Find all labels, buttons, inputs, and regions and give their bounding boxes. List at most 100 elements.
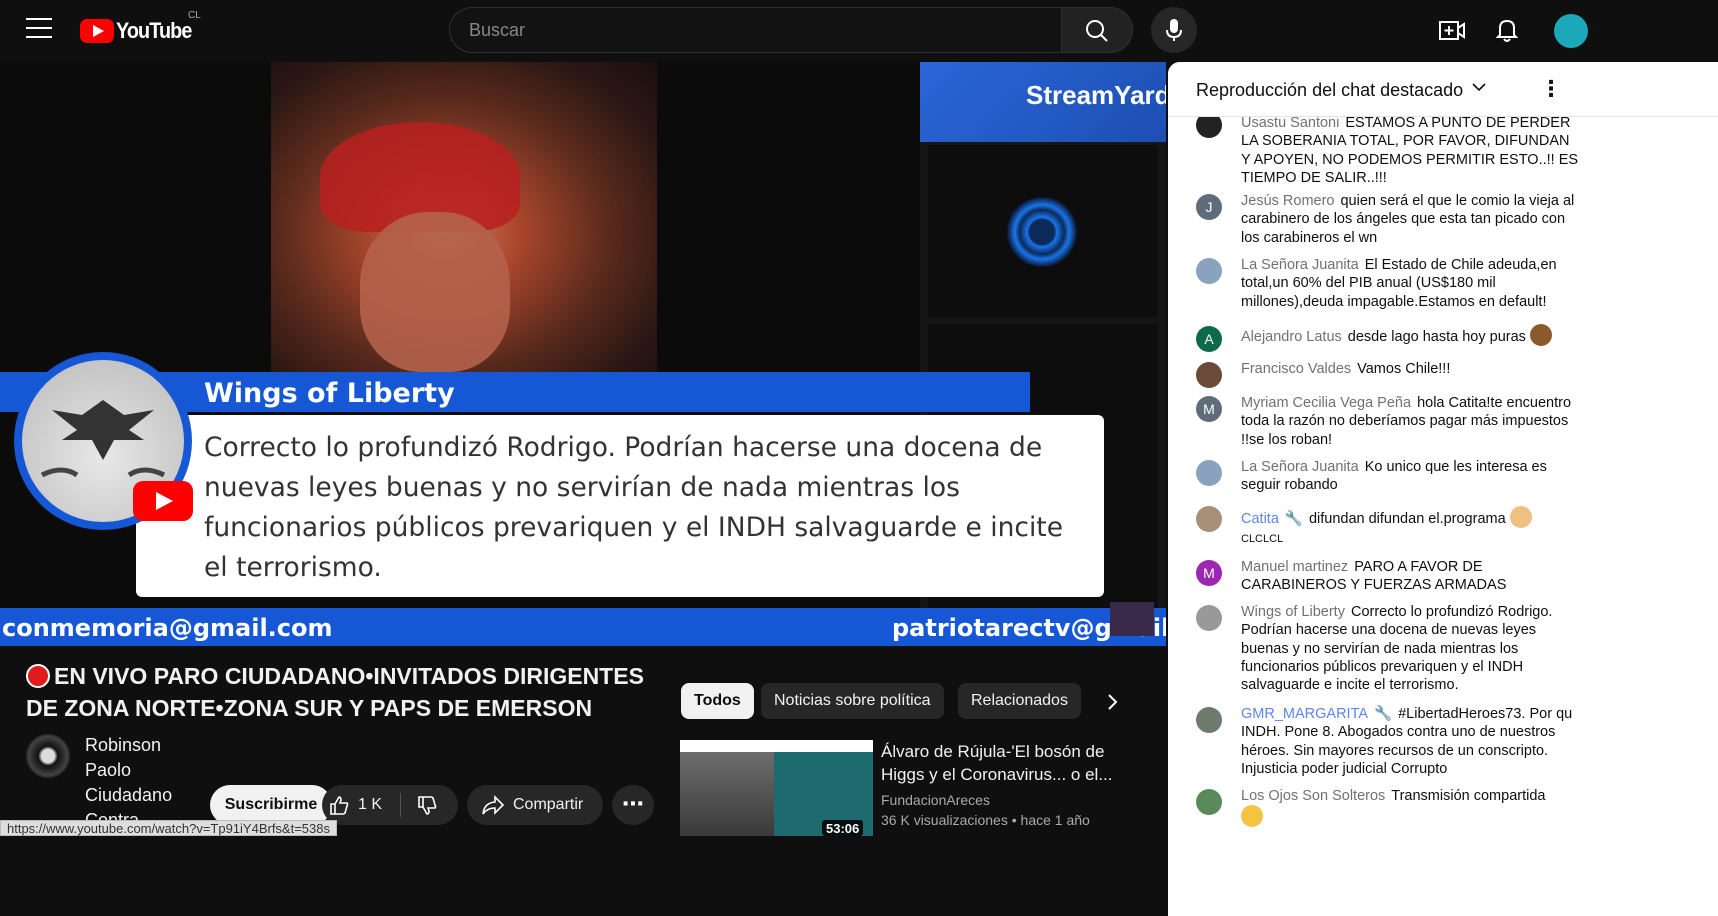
search-box <box>449 7 1061 53</box>
lower-third-name: Wings of Liberty <box>204 378 455 409</box>
live-chat-panel: Reproducción del chat destacado ⋮ Usastu… <box>1168 62 1718 916</box>
recommendation-title[interactable]: Álvaro de Rújula-'El bosón de Higgs y el… <box>881 740 1151 786</box>
chat-author[interactable]: Jesús Romero <box>1241 193 1334 209</box>
streamyard-text: StreamYard <box>1026 80 1166 110</box>
chat-message-body: Los Ojos Son Solteros Transmisión compart… <box>1241 787 1581 828</box>
create-video-icon[interactable] <box>1438 18 1466 44</box>
chat-message-body: GMR_MARGARITA 🔧 #LibertadHeroes73. Por qu … <box>1241 705 1577 778</box>
youtube-logo[interactable]: YouTube CL <box>80 10 201 46</box>
chat-text: difundan difundan el.programa <box>1308 511 1506 527</box>
subscribe-button[interactable]: Suscribirme <box>210 785 332 825</box>
speaker-face <box>360 212 510 372</box>
chat-extra: CLCLCL <box>1241 533 1284 545</box>
chat-avatar <box>1196 707 1222 733</box>
chat-avatar <box>1196 789 1222 815</box>
like-count: 1 K <box>358 796 383 813</box>
like-icon[interactable] <box>328 794 350 816</box>
video-player[interactable]: StreamYard Wings of Liberty Correcto lo … <box>0 62 1166 646</box>
chat-message-body: La Señora Juanita El Estado de Chile adeu… <box>1241 256 1581 311</box>
chat-text: Transmisión compartida <box>1391 788 1546 804</box>
search-input[interactable] <box>450 8 1061 52</box>
more-actions-icon[interactable]: ⋯ <box>612 785 654 825</box>
chat-author[interactable]: Wings of Liberty <box>1241 604 1345 620</box>
chevron-down-icon[interactable] <box>1471 79 1487 100</box>
share-label: Compartir <box>513 796 584 813</box>
participant-avatar-icon <box>1007 197 1077 267</box>
recommendation-channel[interactable]: FundacionAreces <box>881 792 990 808</box>
notifications-bell-icon[interactable] <box>1494 16 1520 44</box>
muscle-emoji-icon <box>1509 506 1532 528</box>
dislike-icon[interactable] <box>416 795 438 817</box>
chat-text: Vamos Chile!!! <box>1357 361 1451 377</box>
chat-avatar: A <box>1196 326 1222 352</box>
chat-avatar: J <box>1196 194 1222 220</box>
globe-avatar <box>1196 460 1222 486</box>
email-left: conmemoria@gmail.com <box>2 614 333 642</box>
chat-message-body: Usastu Santoni ESTAMOS A PUNTO DE PERDER … <box>1241 114 1581 187</box>
chat-message-body: Wings of Liberty Correcto lo profundizó R… <box>1241 603 1581 694</box>
mini-thumbnail <box>1110 602 1154 636</box>
share-icon <box>482 795 505 815</box>
chat-author[interactable]: Catita <box>1241 511 1279 527</box>
chip-politica[interactable]: Noticias sobre política <box>761 683 944 719</box>
chat-author[interactable]: Myriam Cecilia Vega Peña <box>1241 395 1411 411</box>
channel-avatar[interactable] <box>25 733 71 779</box>
thinking-emoji-icon <box>1241 805 1263 828</box>
chat-author[interactable]: Alejandro Latus <box>1241 329 1342 345</box>
chat-avatar: M <box>1196 396 1222 422</box>
chat-author[interactable]: Usastu Santoni <box>1241 115 1339 131</box>
chat-author[interactable]: La Señora Juanita <box>1241 257 1359 273</box>
chat-author[interactable]: Los Ojos Son Solteros <box>1241 788 1385 804</box>
chat-message-body: La Señora Juanita Ko unico que les intere… <box>1241 458 1581 495</box>
wrench-icon: 🔧 <box>1284 511 1303 527</box>
recommendation-age: hace 1 año <box>1020 812 1090 828</box>
globe-avatar <box>1196 258 1222 284</box>
caption-text: Correcto lo profundizó Rodrigo. Podrían … <box>204 432 1063 583</box>
chat-title[interactable]: Reproducción del chat destacado <box>1196 80 1463 101</box>
chat-avatar: M <box>1196 560 1222 586</box>
recommendation-views: 36 K visualizaciones <box>881 812 1008 828</box>
chip-relacionados[interactable]: Relacionados <box>958 683 1081 719</box>
top-bar: YouTube CL <box>0 0 1718 62</box>
chat-author[interactable]: La Señora Juanita <box>1241 459 1359 475</box>
chat-header: Reproducción del chat destacado ⋮ <box>1168 62 1718 117</box>
recommendation-meta: 36 K visualizaciones • hace 1 año <box>881 812 1090 828</box>
youtube-play-overlay-icon[interactable] <box>133 481 193 521</box>
chat-author[interactable]: Francisco Valdes <box>1241 361 1351 377</box>
video-title: EN VIVO PARO CIUDADANO•INVITADOS DIRIGEN… <box>26 660 656 724</box>
hamburger-menu-icon[interactable] <box>26 18 52 40</box>
like-dislike-group <box>322 785 458 825</box>
chat-author[interactable]: GMR_MARGARITA <box>1241 706 1368 722</box>
chevron-right-icon[interactable] <box>1100 690 1124 714</box>
search-icon <box>1086 20 1108 42</box>
chat-message-body: Francisco Valdes Vamos Chile!!! <box>1241 360 1581 378</box>
chat-message-body: Catita 🔧 difundan difundan el.programa <box>1241 506 1611 528</box>
chat-message-body: Jesús Romero quien será el que le comio l… <box>1241 192 1581 247</box>
poop-emoji-icon <box>1529 324 1552 346</box>
thumbnail-person <box>680 752 774 836</box>
url-tooltip: https://www.youtube.com/watch?v=Tp91iY4B… <box>0 820 338 836</box>
microphone-icon <box>1166 19 1182 41</box>
video-duration: 53:06 <box>822 820 864 836</box>
wrench-icon: 🔧 <box>1374 706 1393 722</box>
channel-name[interactable]: Robinson Paolo Ciudadano Contra <box>85 733 195 833</box>
voice-search-button[interactable] <box>1151 7 1197 53</box>
live-indicator-icon <box>26 664 50 688</box>
video-title-text: EN VIVO PARO CIUDADANO•INVITADOS DIRIGEN… <box>26 663 644 721</box>
logo-text: YouTube <box>116 18 192 43</box>
chat-message-body: Manuel martinez PARO A FAVOR DE CARABINER… <box>1241 558 1581 595</box>
eagle-avatar <box>1196 605 1222 631</box>
account-avatar[interactable] <box>1554 14 1588 48</box>
chat-message-body: Alejandro Latus desde lago hasta hoy pura… <box>1241 324 1601 346</box>
chat-text: desde lago hasta hoy puras <box>1347 329 1526 345</box>
youtube-play-icon <box>80 19 114 43</box>
chat-author[interactable]: Manuel martinez <box>1241 559 1348 575</box>
chip-todos[interactable]: Todos <box>681 683 754 719</box>
country-code: CL <box>188 10 201 21</box>
chat-menu-icon[interactable]: ⋮ <box>1540 76 1562 102</box>
like-divider <box>400 793 401 817</box>
chat-message-body: Myriam Cecilia Vega Peña hola Catita!te e… <box>1241 394 1581 449</box>
search-button[interactable] <box>1061 7 1133 53</box>
chat-avatar <box>1196 362 1222 388</box>
chat-avatar <box>1196 506 1222 532</box>
